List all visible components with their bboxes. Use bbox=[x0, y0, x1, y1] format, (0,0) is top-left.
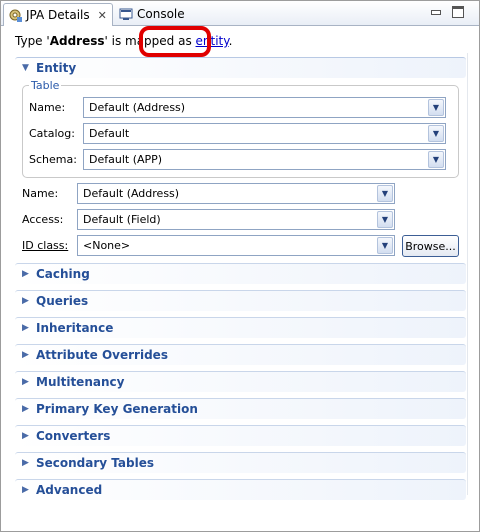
entity-name-value: Default (Address) bbox=[83, 187, 180, 200]
chevron-down-icon[interactable]: ▼ bbox=[428, 125, 444, 142]
type-name: Address bbox=[49, 34, 105, 48]
id-class-value: <None> bbox=[83, 239, 131, 252]
section-label: Primary Key Generation bbox=[36, 402, 198, 416]
section-entity-label: Entity bbox=[36, 61, 77, 75]
minimize-icon[interactable] bbox=[430, 7, 442, 17]
schema-value: Default (APP) bbox=[89, 153, 163, 166]
schema-label: Schema: bbox=[29, 153, 77, 166]
table-name-label: Name: bbox=[29, 101, 66, 114]
section-advanced[interactable]: ▶ Advanced bbox=[15, 479, 466, 500]
chevron-down-icon[interactable]: ▼ bbox=[377, 237, 393, 254]
tab-console[interactable]: Console bbox=[115, 3, 189, 24]
schema-combo[interactable]: Default (APP) ▼ bbox=[83, 149, 446, 170]
collapsed-arrow-icon: ▶ bbox=[22, 485, 29, 495]
chevron-down-icon[interactable]: ▼ bbox=[428, 151, 444, 168]
section-primary-key-generation[interactable]: ▶ Primary Key Generation bbox=[15, 398, 466, 419]
section-caching[interactable]: ▶ Caching bbox=[15, 263, 466, 284]
expanded-arrow-icon: ▼ bbox=[22, 63, 29, 73]
access-label: Access: bbox=[22, 213, 64, 226]
entity-name-combo[interactable]: Default (Address) ▼ bbox=[77, 183, 395, 204]
access-value: Default (Field) bbox=[83, 213, 161, 226]
section-converters[interactable]: ▶ Converters bbox=[15, 425, 466, 446]
section-entity[interactable]: ▼ Entity bbox=[15, 57, 466, 78]
section-label: Inheritance bbox=[36, 321, 114, 335]
tab-console-label: Console bbox=[137, 6, 185, 21]
section-attribute-overrides[interactable]: ▶ Attribute Overrides bbox=[15, 344, 466, 365]
collapsed-arrow-icon: ▶ bbox=[22, 404, 29, 414]
collapsed-arrow-icon: ▶ bbox=[22, 458, 29, 468]
section-label: Advanced bbox=[36, 483, 103, 497]
collapsed-arrow-icon: ▶ bbox=[22, 431, 29, 441]
section-label: Multitenancy bbox=[36, 375, 125, 389]
chevron-down-icon[interactable]: ▼ bbox=[377, 211, 393, 228]
id-class-link[interactable]: ID class: bbox=[22, 239, 68, 252]
access-combo[interactable]: Default (Field) ▼ bbox=[77, 209, 395, 230]
section-label: Converters bbox=[36, 429, 111, 443]
chevron-down-icon[interactable]: ▼ bbox=[377, 185, 393, 202]
catalog-combo[interactable]: Default ▼ bbox=[83, 123, 446, 144]
table-name-value: Default (Address) bbox=[89, 101, 186, 114]
header-prefix: Type ' bbox=[15, 34, 50, 48]
section-queries[interactable]: ▶ Queries bbox=[15, 290, 466, 311]
id-class-combo[interactable]: <None> ▼ bbox=[77, 235, 395, 256]
collapsed-arrow-icon: ▶ bbox=[22, 269, 29, 279]
section-label: Attribute Overrides bbox=[36, 348, 168, 362]
collapsed-arrow-icon: ▶ bbox=[22, 377, 29, 387]
collapsed-arrow-icon: ▶ bbox=[22, 350, 29, 360]
close-icon[interactable]: ✕ bbox=[98, 9, 107, 22]
header-suffix: . bbox=[228, 34, 233, 48]
console-icon bbox=[119, 7, 133, 21]
highlight-annotation bbox=[139, 26, 211, 57]
jpa-details-view: JPA Details ✕ Console Type 'Address' is … bbox=[0, 0, 480, 532]
browse-button[interactable]: Browse... bbox=[402, 235, 459, 257]
maximize-icon[interactable] bbox=[452, 6, 464, 18]
section-inheritance[interactable]: ▶ Inheritance bbox=[15, 317, 466, 338]
section-label: Caching bbox=[36, 267, 90, 281]
section-multitenancy[interactable]: ▶ Multitenancy bbox=[15, 371, 466, 392]
table-name-combo[interactable]: Default (Address) ▼ bbox=[83, 97, 446, 118]
chevron-down-icon[interactable]: ▼ bbox=[428, 99, 444, 116]
tab-jpa-details[interactable]: JPA Details ✕ bbox=[3, 3, 113, 26]
collapsed-arrow-icon: ▶ bbox=[22, 296, 29, 306]
section-label: Secondary Tables bbox=[36, 456, 155, 470]
tab-bar: JPA Details ✕ Console bbox=[1, 1, 479, 26]
scroll-edge bbox=[467, 53, 468, 495]
section-secondary-tables[interactable]: ▶ Secondary Tables bbox=[15, 452, 466, 473]
entity-name-label: Name: bbox=[22, 187, 59, 200]
tab-jpa-details-label: JPA Details bbox=[26, 8, 90, 22]
catalog-value: Default bbox=[89, 127, 130, 140]
table-group-legend: Table bbox=[29, 79, 62, 92]
collapsed-arrow-icon: ▶ bbox=[22, 323, 29, 333]
section-label: Queries bbox=[36, 294, 89, 308]
catalog-label: Catalog: bbox=[29, 127, 75, 140]
jpa-details-icon bbox=[8, 8, 22, 22]
